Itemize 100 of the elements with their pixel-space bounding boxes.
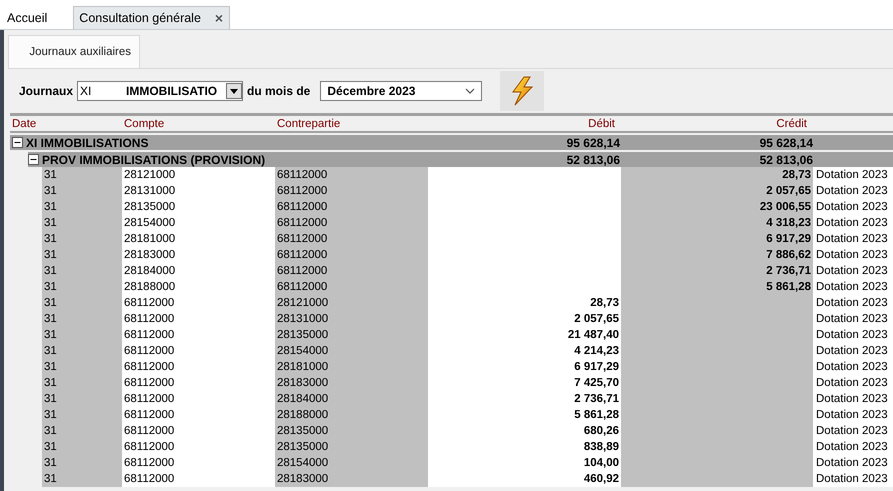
group-debit-total: 52 813,06 [566, 152, 620, 166]
journal-label: Journaux [19, 84, 74, 98]
table-cell: 28121000 [275, 295, 428, 311]
table-cell: 68112000 [122, 471, 275, 487]
table-cell: 4 214,23 [428, 343, 621, 359]
table-cell: 7 425,70 [428, 375, 621, 391]
table-cell: Dotation 2023 [813, 295, 893, 311]
column-header[interactable]: Compte [122, 118, 275, 130]
table-cell: 68112000 [122, 423, 275, 439]
table-cell: Dotation 2023 [813, 375, 893, 391]
table-cell: 28181000 [275, 359, 428, 375]
document-tab[interactable]: Accueil [7, 7, 54, 29]
table-cell: 31 [42, 375, 122, 391]
month-dropdown[interactable]: Décembre 2023 [320, 81, 482, 101]
table-cell: 31 [42, 327, 122, 343]
group-debit-total: 95 628,14 [566, 136, 620, 150]
table-cell: 104,00 [428, 455, 621, 471]
table-cell: 28181000 [122, 231, 275, 247]
column-header[interactable]: Date [10, 118, 122, 130]
collapse-icon[interactable] [28, 154, 39, 165]
table-cell: Dotation 2023 [813, 343, 893, 359]
table-cell: 28154000 [275, 455, 428, 471]
table-cell: 4 318,23 [621, 215, 813, 231]
table-cell: 21 487,40 [428, 327, 621, 343]
table-cell: 68112000 [122, 375, 275, 391]
group-label: PROV IMMOBILISATIONS (PROVISION) [42, 152, 266, 166]
table-cell: 68112000 [122, 359, 275, 375]
table-cell: 31 [42, 423, 122, 439]
table-cell: 28154000 [275, 343, 428, 359]
table-cell: 68112000 [122, 295, 275, 311]
table-cell: 31 [42, 407, 122, 423]
table-cell: 31 [42, 295, 122, 311]
table-cell: 68112000 [122, 407, 275, 423]
collapse-icon[interactable] [12, 137, 23, 148]
table-cell: Dotation 2023 [813, 439, 893, 455]
table-cell: Dotation 2023 [813, 231, 893, 247]
column-header[interactable]: Crédit [621, 118, 813, 130]
table-cell: 31 [42, 183, 122, 199]
column-header[interactable]: Contrepartie [275, 118, 428, 130]
table-cell: Dotation 2023 [813, 407, 893, 423]
table-cell: 28188000 [122, 279, 275, 295]
table-cell: Dotation 2023 [813, 391, 893, 407]
table-cell: 68112000 [275, 183, 428, 199]
table-cell: 460,92 [428, 471, 621, 487]
table-cell: Dotation 2023 [813, 215, 893, 231]
table-cell: 23 006,55 [621, 199, 813, 215]
month-label: du mois de [247, 84, 310, 98]
column-header[interactable]: Débit [428, 118, 621, 130]
table-cell: 28183000 [122, 247, 275, 263]
table-cell: 68112000 [275, 231, 428, 247]
table-cell: 31 [42, 455, 122, 471]
table-cell: 68112000 [275, 167, 428, 183]
close-icon[interactable]: × [214, 10, 224, 26]
table-cell: Dotation 2023 [813, 471, 893, 487]
lightning-icon [509, 76, 536, 106]
table-cell: 31 [42, 343, 122, 359]
table-cell: 68112000 [122, 455, 275, 471]
table-cell: Dotation 2023 [813, 279, 893, 295]
document-tab[interactable]: Consultation générale × [73, 6, 230, 29]
table-cell: 6 917,29 [621, 231, 813, 247]
table-cell: 6 917,29 [428, 359, 621, 375]
table-cell: 68112000 [275, 247, 428, 263]
group-label: XI IMMOBILISATIONS [26, 136, 148, 150]
table-cell: 68112000 [275, 215, 428, 231]
table-cell: 680,26 [428, 423, 621, 439]
chevron-down-icon [465, 88, 476, 94]
table-cell: Dotation 2023 [813, 327, 893, 343]
table-cell: 31 [42, 311, 122, 327]
table-cell: 2 736,71 [621, 263, 813, 279]
table-cell: 68112000 [275, 279, 428, 295]
table-cell: 68112000 [122, 327, 275, 343]
table-cell: 2 057,65 [428, 311, 621, 327]
table-cell: 31 [42, 279, 122, 295]
table-cell: 28183000 [275, 375, 428, 391]
table-cell: Dotation 2023 [813, 183, 893, 199]
table-cell: Dotation 2023 [813, 311, 893, 327]
table-cell: 31 [42, 215, 122, 231]
table-cell: 28121000 [122, 167, 275, 183]
table-cell: 31 [42, 391, 122, 407]
table-cell: 28135000 [275, 423, 428, 439]
table-cell: 28154000 [122, 215, 275, 231]
table-cell: 5 861,28 [428, 407, 621, 423]
table-cell: 2 736,71 [428, 391, 621, 407]
table-cell: 68112000 [275, 263, 428, 279]
table-cell: 28131000 [122, 183, 275, 199]
table-cell: Dotation 2023 [813, 359, 893, 375]
table-cell: 28135000 [275, 439, 428, 455]
section-tab[interactable]: Journaux auxiliaires [8, 35, 140, 68]
table-cell: 31 [42, 247, 122, 263]
table-cell: Dotation 2023 [813, 455, 893, 471]
table-cell: 28,73 [621, 167, 813, 183]
table-cell: 31 [42, 439, 122, 455]
journal-dropdown[interactable]: XI IMMOBILISATIO [77, 81, 244, 101]
table-cell: 28,73 [428, 295, 621, 311]
run-button[interactable] [500, 71, 544, 111]
table-cell: 68112000 [122, 391, 275, 407]
table-cell: Dotation 2023 [813, 423, 893, 439]
table-cell: 68112000 [122, 439, 275, 455]
table-cell: 28135000 [275, 327, 428, 343]
table-cell: 31 [42, 199, 122, 215]
